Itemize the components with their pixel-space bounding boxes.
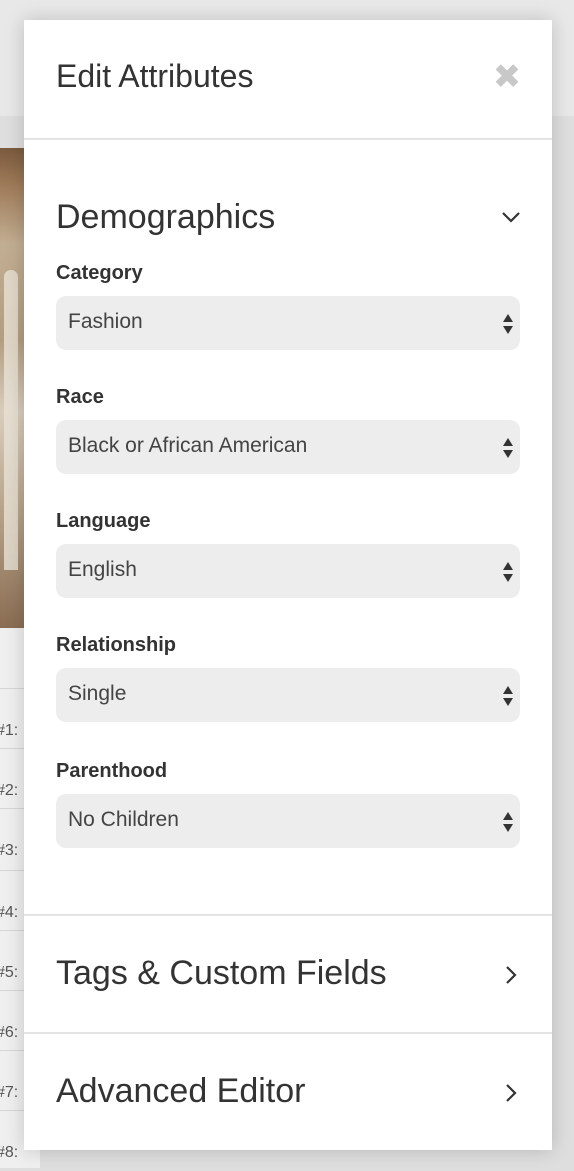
- select-arrows-icon: [503, 562, 513, 582]
- language-select[interactable]: English: [56, 544, 520, 598]
- edit-attributes-panel: Edit Attributes ✖ Demographics Category …: [24, 20, 552, 1150]
- tags-custom-fields-section[interactable]: Tags & Custom Fields: [24, 916, 552, 1034]
- race-value: Black or African American: [68, 434, 308, 457]
- panel-title: Edit Attributes: [56, 58, 254, 94]
- select-arrows-icon: [503, 314, 513, 334]
- parenthood-select[interactable]: No Children: [56, 794, 520, 848]
- chevron-down-icon[interactable]: [500, 206, 522, 228]
- select-arrows-icon: [503, 686, 513, 706]
- chevron-right-icon[interactable]: [500, 964, 522, 986]
- background-photo-detail: [4, 270, 18, 570]
- relationship-label: Relationship: [56, 634, 177, 656]
- chevron-right-icon[interactable]: [500, 1082, 522, 1104]
- close-icon[interactable]: ✖: [492, 60, 522, 94]
- relationship-select[interactable]: Single: [56, 668, 520, 722]
- parenthood-label: Parenthood: [56, 760, 168, 782]
- category-value: Fashion: [68, 310, 143, 333]
- relationship-value: Single: [68, 682, 127, 705]
- category-select[interactable]: Fashion: [56, 296, 520, 350]
- parenthood-value: No Children: [68, 808, 179, 831]
- select-arrows-icon: [503, 438, 513, 458]
- advanced-editor-section[interactable]: Advanced Editor: [24, 1034, 552, 1150]
- demographics-section: Demographics Category Fashion Race Black…: [24, 140, 552, 916]
- select-arrows-icon: [503, 812, 513, 832]
- language-label: Language: [56, 510, 151, 532]
- advanced-editor-title[interactable]: Advanced Editor: [56, 1072, 306, 1111]
- demographics-section-title[interactable]: Demographics: [56, 198, 275, 237]
- tags-custom-fields-title[interactable]: Tags & Custom Fields: [56, 954, 387, 993]
- race-label: Race: [56, 386, 104, 408]
- category-label: Category: [56, 262, 143, 284]
- race-select[interactable]: Black or African American: [56, 420, 520, 474]
- language-value: English: [68, 558, 137, 581]
- panel-header: Edit Attributes ✖: [24, 20, 552, 140]
